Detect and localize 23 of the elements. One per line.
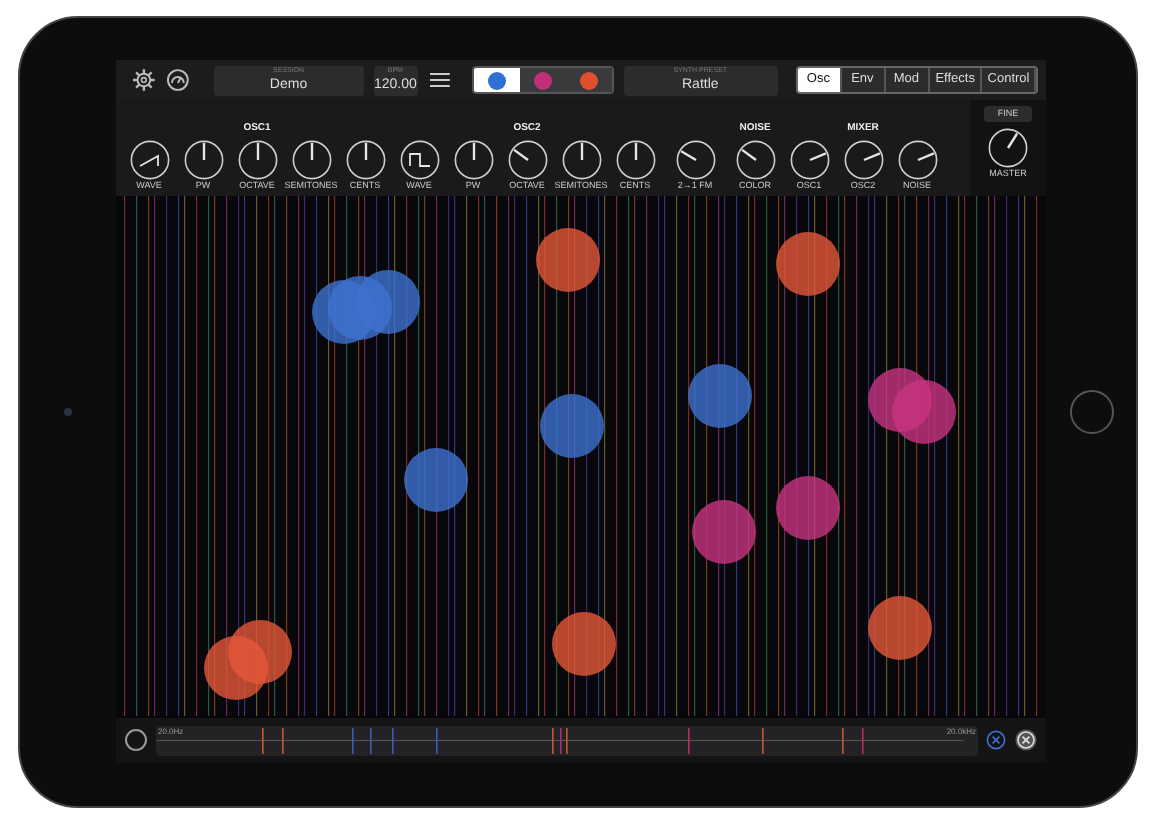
- knob[interactable]: [735, 139, 775, 179]
- voice-button[interactable]: [474, 68, 521, 92]
- settings-icon[interactable]: [132, 68, 156, 92]
- knob[interactable]: [897, 139, 937, 179]
- knob[interactable]: [789, 139, 829, 179]
- circle-button[interactable]: [124, 728, 148, 752]
- knob[interactable]: [507, 139, 547, 179]
- knob[interactable]: [988, 128, 1028, 168]
- waveform-knob[interactable]: [129, 139, 169, 179]
- knob[interactable]: [615, 139, 655, 179]
- waveform-knob[interactable]: [399, 139, 439, 179]
- menu-icon[interactable]: [427, 70, 451, 90]
- knob[interactable]: [291, 139, 331, 179]
- gauge-icon[interactable]: [165, 68, 190, 92]
- knob[interactable]: [561, 139, 601, 179]
- knob[interactable]: [183, 139, 223, 179]
- knob[interactable]: [237, 139, 277, 179]
- knob[interactable]: [453, 139, 493, 179]
- knob[interactable]: [675, 139, 715, 179]
- home-button[interactable]: [1069, 390, 1113, 434]
- knob[interactable]: [843, 139, 883, 179]
- knob[interactable]: [345, 139, 385, 179]
- camera-icon: [64, 408, 72, 416]
